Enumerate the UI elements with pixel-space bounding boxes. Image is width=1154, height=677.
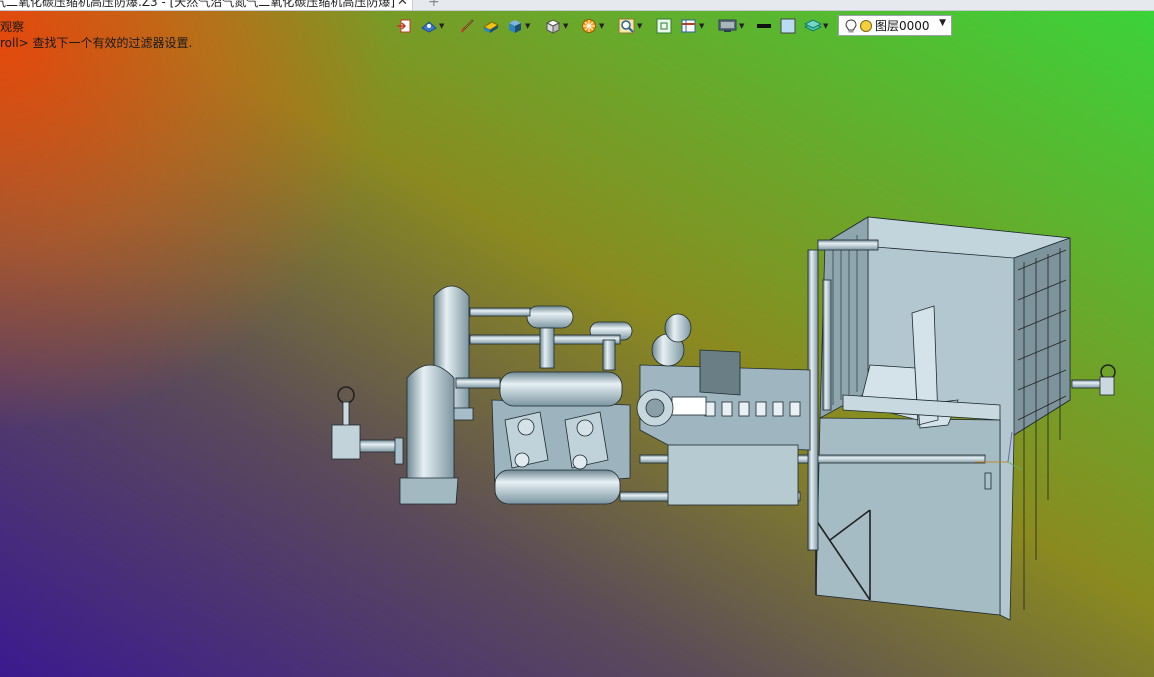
nameplate <box>671 396 707 416</box>
machine-model[interactable] <box>0 0 1154 677</box>
cylinder-upper <box>499 371 623 407</box>
cylinder-lower <box>494 469 621 505</box>
cooler-front-panel <box>815 417 1001 616</box>
cooler-side-frame <box>1013 237 1071 436</box>
